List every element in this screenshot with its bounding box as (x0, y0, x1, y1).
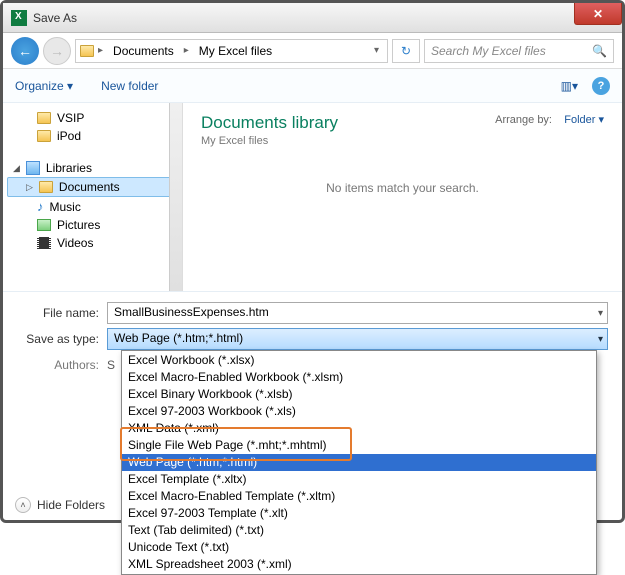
chevron-down-icon[interactable]: ▾ (598, 308, 603, 319)
save-as-type-label: Save as type: (17, 332, 107, 346)
documents-icon (39, 181, 53, 193)
tree-item-pictures[interactable]: Pictures (7, 216, 178, 234)
library-title: Documents library (201, 113, 338, 133)
file-type-option[interactable]: XML Data (*.xml) (122, 420, 596, 437)
tree-item-vsip[interactable]: VSIP (7, 109, 178, 127)
folder-tree[interactable]: VSIP iPod ◢ Libraries ▷ Documents ♪ Musi… (3, 103, 183, 291)
arrow-right-icon: → (50, 43, 64, 59)
breadcrumb-seg-documents[interactable]: Documents (107, 42, 180, 60)
file-type-dropdown-list[interactable]: Excel Workbook (*.xlsx)Excel Macro-Enabl… (121, 350, 597, 575)
arrange-by-dropdown[interactable]: Folder ▾ (564, 114, 604, 126)
tree-item-libraries[interactable]: ◢ Libraries (7, 159, 178, 177)
file-type-option[interactable]: Excel Binary Workbook (*.xlsb) (122, 386, 596, 403)
folder-icon (37, 112, 51, 124)
tree-label: iPod (57, 129, 81, 143)
tree-label: Videos (57, 236, 93, 250)
help-button[interactable]: ? (592, 77, 610, 95)
close-icon: ✕ (593, 7, 603, 21)
file-type-option[interactable]: Text (Tab delimited) (*.txt) (122, 522, 596, 539)
tree-item-music[interactable]: ♪ Music (7, 197, 178, 216)
close-button[interactable]: ✕ (574, 3, 622, 25)
folder-icon (37, 130, 51, 142)
chevron-right-icon: ▸ (98, 45, 103, 56)
arrange-by: Arrange by: Folder ▾ (495, 113, 604, 126)
organize-button[interactable]: Organize ▾ (15, 79, 73, 93)
forward-button[interactable]: → (43, 37, 71, 65)
collapse-icon[interactable]: ◢ (13, 163, 20, 174)
pictures-icon (37, 219, 51, 231)
refresh-button[interactable]: ↻ (392, 39, 420, 63)
file-type-option[interactable]: Web Page (*.htm;*.html) (122, 454, 596, 471)
search-input[interactable]: Search My Excel files 🔍 (424, 39, 614, 63)
library-subtitle: My Excel files (201, 135, 338, 147)
tree-item-ipod[interactable]: iPod (7, 127, 178, 145)
authors-value[interactable]: S (107, 358, 115, 372)
folder-icon (80, 45, 94, 57)
form-area: File name: SmallBusinessExpenses.htm ▾ S… (3, 291, 622, 523)
search-placeholder: Search My Excel files (431, 44, 546, 58)
tree-label: Pictures (57, 218, 100, 232)
file-type-option[interactable]: XML Spreadsheet 2003 (*.xml) (122, 556, 596, 573)
file-type-option[interactable]: Single File Web Page (*.mht;*.mhtml) (122, 437, 596, 454)
breadcrumb[interactable]: ▸ Documents ▸ My Excel files ▾ (75, 39, 388, 63)
chevron-down-icon[interactable]: ▾ (598, 334, 603, 345)
refresh-icon: ↻ (401, 44, 411, 58)
chevron-right-icon: ▸ (184, 45, 189, 56)
tree-label: Music (50, 200, 81, 214)
toolbar: Organize ▾ New folder ▥▾ ? (3, 69, 622, 103)
title-bar: Save As ✕ (3, 3, 622, 33)
new-folder-button[interactable]: New folder (101, 79, 158, 93)
save-as-type-dropdown[interactable]: Web Page (*.htm;*.html) ▾ (107, 328, 608, 350)
file-type-option[interactable]: Unicode Text (*.txt) (122, 539, 596, 556)
videos-icon (37, 237, 51, 249)
file-type-option[interactable]: Excel Template (*.xltx) (122, 471, 596, 488)
file-type-option[interactable]: Excel Macro-Enabled Workbook (*.xlsm) (122, 369, 596, 386)
empty-message: No items match your search. (201, 181, 604, 195)
chevron-up-icon: ˄ (15, 497, 31, 513)
filename-value: SmallBusinessExpenses.htm (114, 305, 269, 319)
arrow-left-icon: ← (18, 43, 32, 59)
body: VSIP iPod ◢ Libraries ▷ Documents ♪ Musi… (3, 103, 622, 291)
breadcrumb-seg-folder[interactable]: My Excel files (193, 42, 278, 60)
tree-item-documents[interactable]: ▷ Documents (7, 177, 178, 197)
filename-input[interactable]: SmallBusinessExpenses.htm ▾ (107, 302, 608, 324)
tree-label: Libraries (46, 161, 92, 175)
chevron-down-icon[interactable]: ▾ (374, 45, 383, 56)
excel-icon (11, 10, 27, 26)
view-button[interactable]: ▥▾ (561, 79, 578, 93)
music-icon: ♪ (37, 199, 44, 214)
hide-folders-label: Hide Folders (37, 498, 105, 512)
hide-folders-button[interactable]: ˄ Hide Folders (15, 497, 105, 513)
file-type-option[interactable]: Excel Macro-Enabled Template (*.xltm) (122, 488, 596, 505)
filename-label: File name: (17, 306, 107, 320)
tree-label: VSIP (57, 111, 84, 125)
tree-label: Documents (59, 180, 120, 194)
window-title: Save As (33, 11, 77, 25)
file-type-option[interactable]: Excel 97-2003 Workbook (*.xls) (122, 403, 596, 420)
search-icon: 🔍 (592, 44, 607, 58)
file-type-option[interactable]: Excel 97-2003 Template (*.xlt) (122, 505, 596, 522)
type-value: Web Page (*.htm;*.html) (114, 331, 243, 345)
nav-bar: ← → ▸ Documents ▸ My Excel files ▾ ↻ Sea… (3, 33, 622, 69)
authors-label: Authors: (17, 358, 107, 372)
main-pane: Documents library My Excel files Arrange… (183, 103, 622, 291)
libraries-icon (26, 161, 40, 175)
expand-icon[interactable]: ▷ (26, 182, 33, 193)
back-button[interactable]: ← (11, 37, 39, 65)
file-type-option[interactable]: Excel Workbook (*.xlsx) (122, 352, 596, 369)
tree-item-videos[interactable]: Videos (7, 234, 178, 252)
